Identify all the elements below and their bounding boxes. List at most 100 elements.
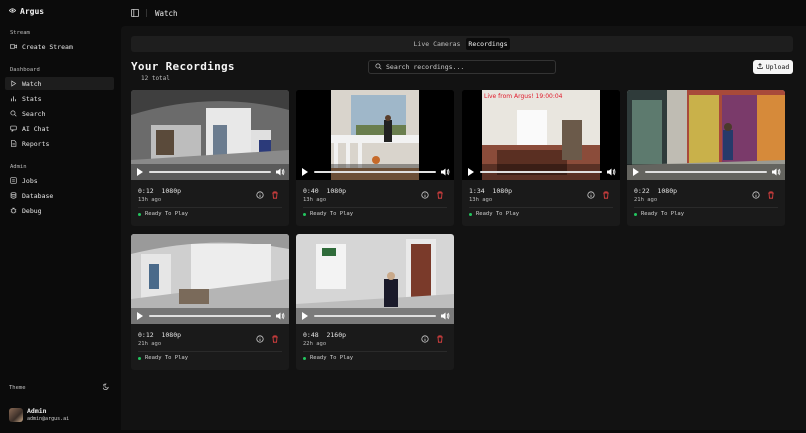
- video-seekbar[interactable]: [314, 171, 436, 173]
- recording-meta: 0:12 1080p: [138, 187, 182, 195]
- sidebar-item-watch[interactable]: Watch: [5, 77, 114, 90]
- avatar: [9, 407, 23, 422]
- recording-meta: 0:12 1080p: [138, 331, 182, 339]
- video-seekbar[interactable]: [480, 171, 602, 173]
- info-icon[interactable]: [256, 335, 264, 343]
- recording-meta: 0:40 1080p: [303, 187, 347, 195]
- play-icon[interactable]: [302, 312, 308, 320]
- info-icon[interactable]: [587, 191, 595, 199]
- video-seekbar[interactable]: [645, 171, 767, 173]
- status-badge: Ready To Play: [138, 211, 188, 217]
- sidebar: Argus Stream Create Stream Dashboard Wat…: [0, 0, 121, 433]
- video-controls: [131, 164, 289, 180]
- sidebar-item-database[interactable]: Database: [5, 189, 114, 202]
- video-controls: [627, 164, 785, 180]
- theme-row: Theme: [9, 383, 110, 392]
- recording-card[interactable]: 0:12 1080p 13h ago Ready To Play: [131, 90, 289, 226]
- recording-card[interactable]: 0:22 1080p 21h ago Ready To Play: [627, 90, 785, 226]
- video-controls: [296, 164, 454, 180]
- status-badge: Ready To Play: [469, 211, 519, 217]
- search-icon: [10, 110, 17, 117]
- video-plus-icon: [10, 43, 17, 50]
- search-box[interactable]: [368, 60, 556, 74]
- main-area: Watch Live Cameras Recordings Your Recor…: [121, 0, 806, 433]
- info-icon[interactable]: [421, 191, 429, 199]
- search-input[interactable]: [386, 63, 546, 71]
- play-icon[interactable]: [137, 168, 143, 176]
- database-icon: [10, 192, 17, 199]
- sidebar-item-search[interactable]: Search: [5, 107, 114, 120]
- status-dot: [138, 356, 141, 360]
- sidebar-toggle-icon[interactable]: [131, 9, 139, 17]
- stream-section-label: Stream: [10, 30, 30, 36]
- list-icon: [10, 177, 17, 184]
- play-icon[interactable]: [633, 168, 639, 176]
- sidebar-item-stats[interactable]: Stats: [5, 92, 114, 105]
- recording-age: 21h ago: [138, 341, 162, 347]
- trash-icon[interactable]: [602, 191, 610, 199]
- recording-meta: 0:22 1080p: [634, 187, 678, 195]
- video-timestamp-overlay: Live from Argus! 19:00:04: [484, 93, 563, 100]
- status-dot: [303, 356, 306, 360]
- info-icon[interactable]: [752, 191, 760, 199]
- play-icon[interactable]: [302, 168, 308, 176]
- volume-icon[interactable]: [606, 167, 616, 177]
- sidebar-item-ai-chat[interactable]: AI Chat: [5, 122, 114, 135]
- trash-icon[interactable]: [436, 335, 444, 343]
- volume-icon[interactable]: [275, 167, 285, 177]
- video-seekbar[interactable]: [149, 315, 271, 317]
- play-icon[interactable]: [468, 168, 474, 176]
- info-icon[interactable]: [421, 335, 429, 343]
- recording-card[interactable]: 0:40 1080p 13h ago Ready To Play: [296, 90, 454, 226]
- chat-icon: [10, 125, 17, 132]
- video-seekbar[interactable]: [149, 171, 271, 173]
- video-seekbar[interactable]: [314, 315, 436, 317]
- dashboard-section-label: Dashboard: [10, 67, 40, 73]
- status-dot: [469, 212, 472, 216]
- play-icon[interactable]: [137, 312, 143, 320]
- content-panel: Live Cameras Recordings Your Recordings …: [121, 26, 806, 430]
- volume-icon[interactable]: [275, 311, 285, 321]
- play-icon: [10, 80, 17, 87]
- topbar: Watch: [121, 0, 806, 26]
- user-email: admin@argus.ai: [27, 416, 70, 422]
- card-divider: [138, 207, 282, 208]
- video-controls: [296, 308, 454, 324]
- volume-icon[interactable]: [771, 167, 781, 177]
- document-icon: [10, 140, 17, 147]
- brand[interactable]: Argus: [8, 7, 44, 16]
- recording-card[interactable]: 0:48 2160p 22h ago Ready To Play: [296, 234, 454, 370]
- admin-section-label: Admin: [10, 164, 27, 170]
- sidebar-item-create-stream[interactable]: Create Stream: [5, 40, 114, 53]
- recording-age: 21h ago: [634, 197, 658, 203]
- video-controls: [131, 308, 289, 324]
- sidebar-item-reports[interactable]: Reports: [5, 137, 114, 150]
- recording-card[interactable]: Live from Argus! 19:00:04 1:34 1080p 13h…: [462, 90, 620, 226]
- volume-icon[interactable]: [440, 311, 450, 321]
- card-divider: [138, 351, 282, 352]
- trash-icon[interactable]: [271, 335, 279, 343]
- card-divider: [634, 207, 778, 208]
- tab-live-cameras[interactable]: Live Cameras: [411, 38, 463, 50]
- upload-button[interactable]: Upload: [753, 60, 793, 74]
- recording-card[interactable]: 0:12 1080p 21h ago Ready To Play: [131, 234, 289, 370]
- recording-meta: 1:34 1080p: [469, 187, 513, 195]
- sidebar-item-jobs[interactable]: Jobs: [5, 174, 114, 187]
- status-badge: Ready To Play: [303, 355, 353, 361]
- info-icon[interactable]: [256, 191, 264, 199]
- status-badge: Ready To Play: [138, 355, 188, 361]
- volume-icon[interactable]: [440, 167, 450, 177]
- sidebar-item-debug[interactable]: Debug: [5, 204, 114, 217]
- tab-recordings[interactable]: Recordings: [466, 38, 510, 50]
- video-controls: [462, 164, 620, 180]
- trash-icon[interactable]: [767, 191, 775, 199]
- bar-chart-icon: [10, 95, 17, 102]
- trash-icon[interactable]: [271, 191, 279, 199]
- status-dot: [303, 212, 306, 216]
- moon-icon[interactable]: [102, 383, 110, 392]
- card-divider: [303, 207, 447, 208]
- user-profile[interactable]: Admin admin@argus.ai: [9, 407, 69, 422]
- recording-meta: 0:48 2160p: [303, 331, 347, 339]
- trash-icon[interactable]: [436, 191, 444, 199]
- recording-age: 13h ago: [303, 197, 327, 203]
